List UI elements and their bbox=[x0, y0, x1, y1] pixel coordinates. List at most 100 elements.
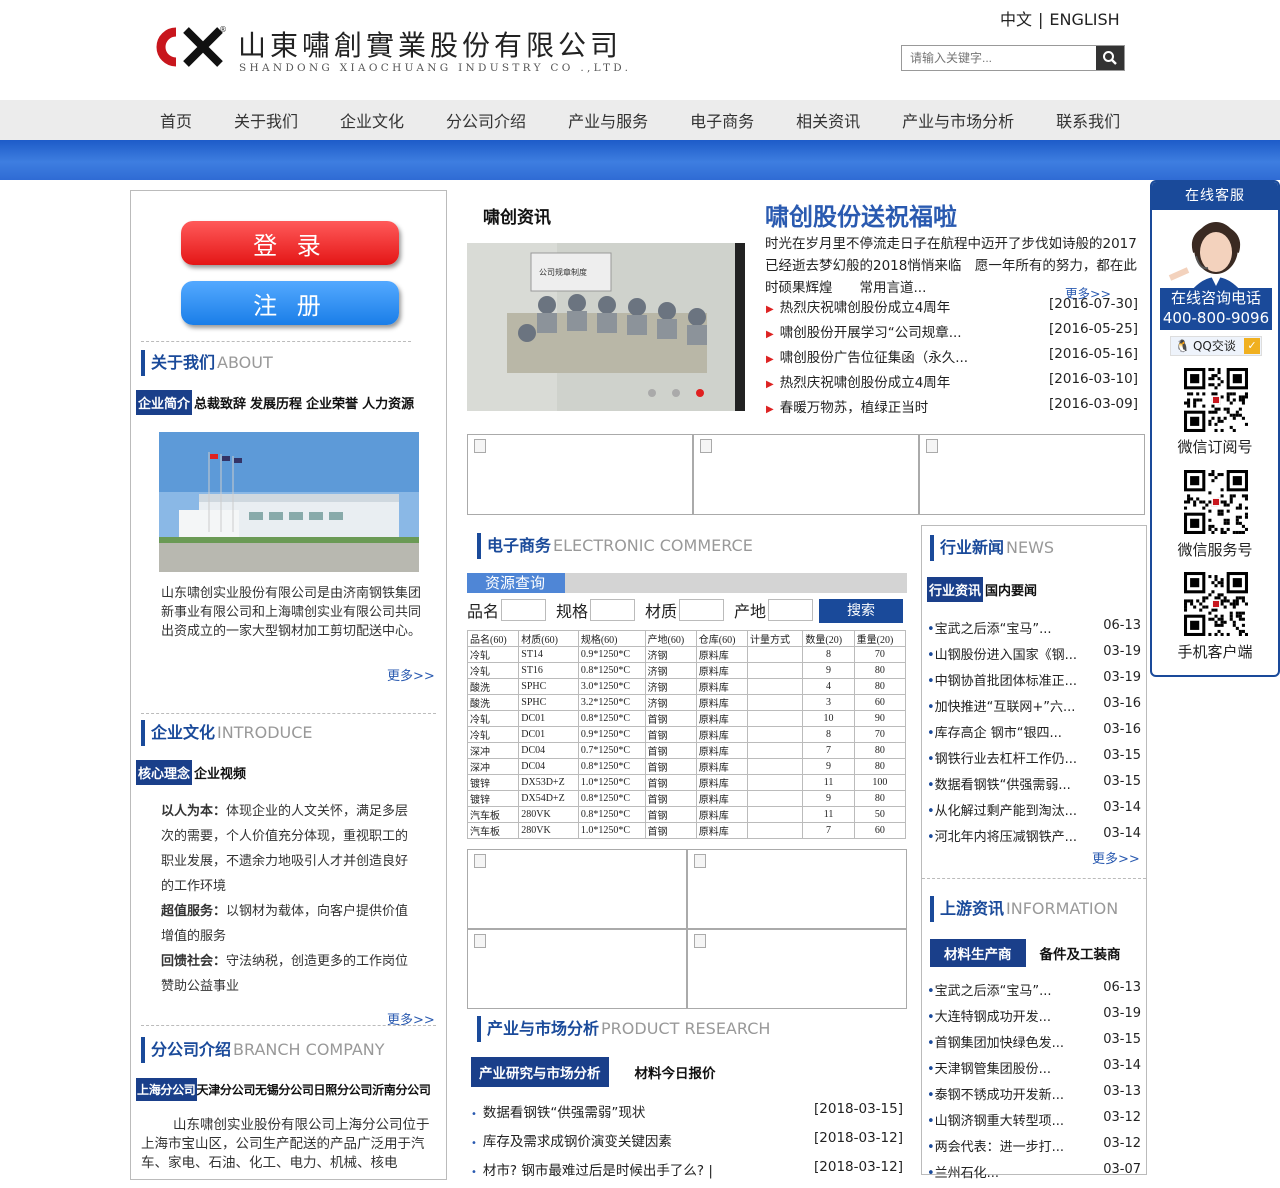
tab-parts-suppliers[interactable]: 备件及工装商 bbox=[1026, 939, 1135, 967]
news-item-date: 03-14 bbox=[1103, 800, 1141, 815]
name-input[interactable] bbox=[501, 599, 547, 621]
tab-industry-info[interactable]: 行业资讯 bbox=[927, 577, 984, 602]
news-slideshow-photo[interactable]: 公司规章制度 bbox=[467, 243, 745, 411]
list-item[interactable]: •兰州石化... 03-07 bbox=[927, 1162, 1141, 1188]
tab-core-values[interactable]: 核心理念 bbox=[136, 760, 193, 785]
lang-english-link[interactable]: ENGLISH bbox=[1049, 10, 1119, 29]
table-row[interactable]: 冷轧 DC01 0.9*1250*C 首钢 原料库 8 70 bbox=[466, 726, 907, 743]
tab-rizhao[interactable]: 日照分公司 bbox=[314, 1078, 373, 1101]
ad-image-placeholder[interactable] bbox=[467, 849, 687, 929]
list-item[interactable]: •加快推进“互联网+”六... 03-16 bbox=[927, 696, 1141, 722]
table-row[interactable]: 冷轧 ST16 0.8*1250*C 济钢 原料库 9 80 bbox=[466, 662, 907, 679]
bullet-icon: • bbox=[927, 778, 935, 793]
list-item[interactable]: •库存高企 钢市“银四... 03-16 bbox=[927, 722, 1141, 748]
list-item[interactable]: •天津钢管集团股份... 03-14 bbox=[927, 1058, 1141, 1084]
list-item[interactable]: ▶ 啸创股份开展学习“公司规章... [2016-05-25] bbox=[766, 321, 1138, 346]
slide-dot[interactable] bbox=[648, 389, 656, 397]
table-cell: 首钢 bbox=[644, 758, 697, 775]
tab-honors[interactable]: 企业荣誉 bbox=[304, 390, 360, 415]
tab-history[interactable]: 发展历程 bbox=[248, 390, 304, 415]
nav-culture[interactable]: 企业文化 bbox=[340, 108, 404, 132]
lang-chinese-link[interactable]: 中文 bbox=[1000, 10, 1032, 29]
list-item[interactable]: •首钢集团加快绿色发... 03-15 bbox=[927, 1032, 1141, 1058]
slide-dot[interactable] bbox=[672, 389, 680, 397]
nav-about[interactable]: 关于我们 bbox=[234, 108, 298, 132]
list-item[interactable]: •两会代表：进一步打... 03-12 bbox=[927, 1136, 1141, 1162]
list-item[interactable]: •数据看钢铁“供强需弱... 03-15 bbox=[927, 774, 1141, 800]
search-input[interactable] bbox=[902, 46, 1092, 70]
about-more-link[interactable]: 更多>> bbox=[387, 665, 435, 684]
industry-more-link[interactable]: 更多>> bbox=[1092, 848, 1140, 867]
list-item[interactable]: •泰钢不锈成功开发新... 03-13 bbox=[927, 1084, 1141, 1110]
login-button[interactable]: 登 录 bbox=[181, 221, 399, 265]
tab-resource-query[interactable]: 资源查询 bbox=[467, 573, 565, 593]
ad-image-placeholder[interactable] bbox=[687, 929, 907, 1009]
nav-home[interactable]: 首页 bbox=[160, 108, 192, 132]
list-item[interactable]: •宝武之后添“宝马”... 06-13 bbox=[927, 980, 1141, 1006]
nav-industry-service[interactable]: 产业与服务 bbox=[568, 108, 648, 132]
tab-video[interactable]: 企业视频 bbox=[192, 760, 248, 785]
ad-image-placeholder[interactable] bbox=[687, 849, 907, 929]
slide-dot-active[interactable] bbox=[696, 389, 704, 397]
table-row[interactable]: 冷轧 DC01 0.8*1250*C 首钢 原料库 10 90 bbox=[466, 710, 907, 727]
tab-material-producers[interactable]: 材料生产商 bbox=[930, 939, 1026, 967]
nav-news[interactable]: 相关资讯 bbox=[796, 108, 860, 132]
table-cell: 原料库 bbox=[695, 806, 749, 823]
tab-material-price[interactable]: 材料今日报价 bbox=[627, 1057, 724, 1087]
search-button[interactable] bbox=[1096, 46, 1124, 70]
news-item-date: 03-14 bbox=[1103, 1058, 1141, 1073]
tab-wuxi[interactable]: 无锡分公司 bbox=[255, 1078, 314, 1101]
tab-tianjin[interactable]: 天津分公司 bbox=[197, 1078, 256, 1101]
list-item[interactable]: ▶ 热烈庆祝啸创股份成立4周年 [2016-07-30] bbox=[766, 296, 1138, 321]
list-item[interactable]: •山钢济钢重大转型项... 03-12 bbox=[927, 1110, 1141, 1136]
register-button[interactable]: 注 册 bbox=[181, 281, 399, 325]
ad-image-placeholder[interactable] bbox=[919, 434, 1145, 515]
tab-president-speech[interactable]: 总裁致辞 bbox=[192, 390, 248, 415]
table-row[interactable]: 深冲 DC04 0.7*1250*C 首钢 原料库 7 80 bbox=[466, 742, 907, 759]
table-row[interactable]: 深冲 DC04 0.8*1250*C 首钢 原料库 9 80 bbox=[466, 758, 907, 775]
list-item[interactable]: •中钢协首批团体标准正... 03-19 bbox=[927, 670, 1141, 696]
table-row[interactable]: 镀锌 DX54D+Z 0.8*1250*C 首钢 原料库 9 80 bbox=[466, 790, 907, 807]
tab-industry-research[interactable]: 产业研究与市场分析 bbox=[471, 1057, 609, 1087]
spec-input[interactable] bbox=[590, 599, 636, 621]
list-item[interactable]: ▶ 春暖万物苏，植绿正当时 [2016-03-09] bbox=[766, 396, 1138, 421]
list-item[interactable]: •从化解过剩产能到淘汰... 03-14 bbox=[927, 800, 1141, 826]
culture-title-en: INTRODUCE bbox=[217, 723, 313, 742]
table-row[interactable]: 镀锌 DX53D+Z 1.0*1250*C 首钢 原料库 11 100 bbox=[466, 774, 907, 791]
table-row[interactable]: 汽车板 280VK 0.8*1250*C 首钢 原料库 11 50 bbox=[466, 806, 907, 823]
list-item[interactable]: •宝武之后添“宝马”... 06-13 bbox=[927, 618, 1141, 644]
nav-branches[interactable]: 分公司介绍 bbox=[446, 108, 526, 132]
list-item[interactable]: •钢铁行业去杠杆工作仍... 03-15 bbox=[927, 748, 1141, 774]
nav-ecommerce[interactable]: 电子商务 bbox=[690, 108, 754, 132]
nav-contact[interactable]: 联系我们 bbox=[1056, 108, 1120, 132]
table-cell bbox=[747, 742, 804, 759]
material-input[interactable] bbox=[679, 599, 725, 621]
list-item[interactable]: •山钢股份进入国家《钢... 03-19 bbox=[927, 644, 1141, 670]
list-item[interactable]: ▶ 热烈庆祝啸创股份成立4周年 [2016-03-10] bbox=[766, 371, 1138, 396]
list-item[interactable]: • 材市? 钢市最难过后是时候出手了么? | [2018-03-12] bbox=[471, 1159, 903, 1188]
list-item[interactable]: • 库存及需求成钢价演变关键因素 [2018-03-12] bbox=[471, 1130, 903, 1159]
table-row[interactable]: 汽车板 280VK 1.0*1250*C 首钢 原料库 7 60 bbox=[466, 822, 907, 839]
table-row[interactable]: 酸洗 SPHC 3.0*1250*C 济钢 原料库 4 80 bbox=[466, 678, 907, 695]
list-item[interactable]: • 数据看钢铁“供强需弱”现状 [2018-03-15] bbox=[471, 1101, 903, 1130]
table-cell bbox=[747, 726, 804, 743]
ad-image-placeholder[interactable] bbox=[467, 434, 693, 515]
table-row[interactable]: 酸洗 SPHC 3.2*1250*C 济钢 原料库 3 60 bbox=[466, 694, 907, 711]
ad-image-placeholder[interactable] bbox=[693, 434, 919, 515]
tab-domestic-news[interactable]: 国内要闻 bbox=[983, 577, 1039, 602]
ad-image-placeholder[interactable] bbox=[467, 929, 687, 1009]
list-item[interactable]: ▶ 啸创股份广告位征集函（永久... [2016-05-16] bbox=[766, 346, 1138, 371]
qq-chat-button[interactable]: 🐧 QQ交谈 ✓ bbox=[1170, 336, 1262, 356]
list-item[interactable]: •大连特钢成功开发... 03-19 bbox=[927, 1006, 1141, 1032]
origin-input[interactable] bbox=[768, 599, 814, 621]
upstream-tabs: 材料生产商 备件及工装商 bbox=[930, 939, 1135, 967]
headline-title[interactable]: 啸创股份送祝福啦 bbox=[765, 197, 957, 232]
tab-yinan[interactable]: 沂南分公司 bbox=[372, 1078, 431, 1101]
table-row[interactable]: 冷轧 ST14 0.9*1250*C 济钢 原料库 8 70 bbox=[466, 646, 907, 663]
resource-search-button[interactable]: 搜索 bbox=[819, 599, 903, 623]
tab-shanghai[interactable]: 上海分公司 bbox=[136, 1078, 197, 1101]
culture-title: 企业文化 bbox=[151, 723, 216, 742]
tab-company-intro[interactable]: 企业简介 bbox=[136, 390, 193, 415]
nav-market-analysis[interactable]: 产业与市场分析 bbox=[902, 108, 1014, 132]
tab-hr[interactable]: 人力资源 bbox=[360, 390, 416, 415]
